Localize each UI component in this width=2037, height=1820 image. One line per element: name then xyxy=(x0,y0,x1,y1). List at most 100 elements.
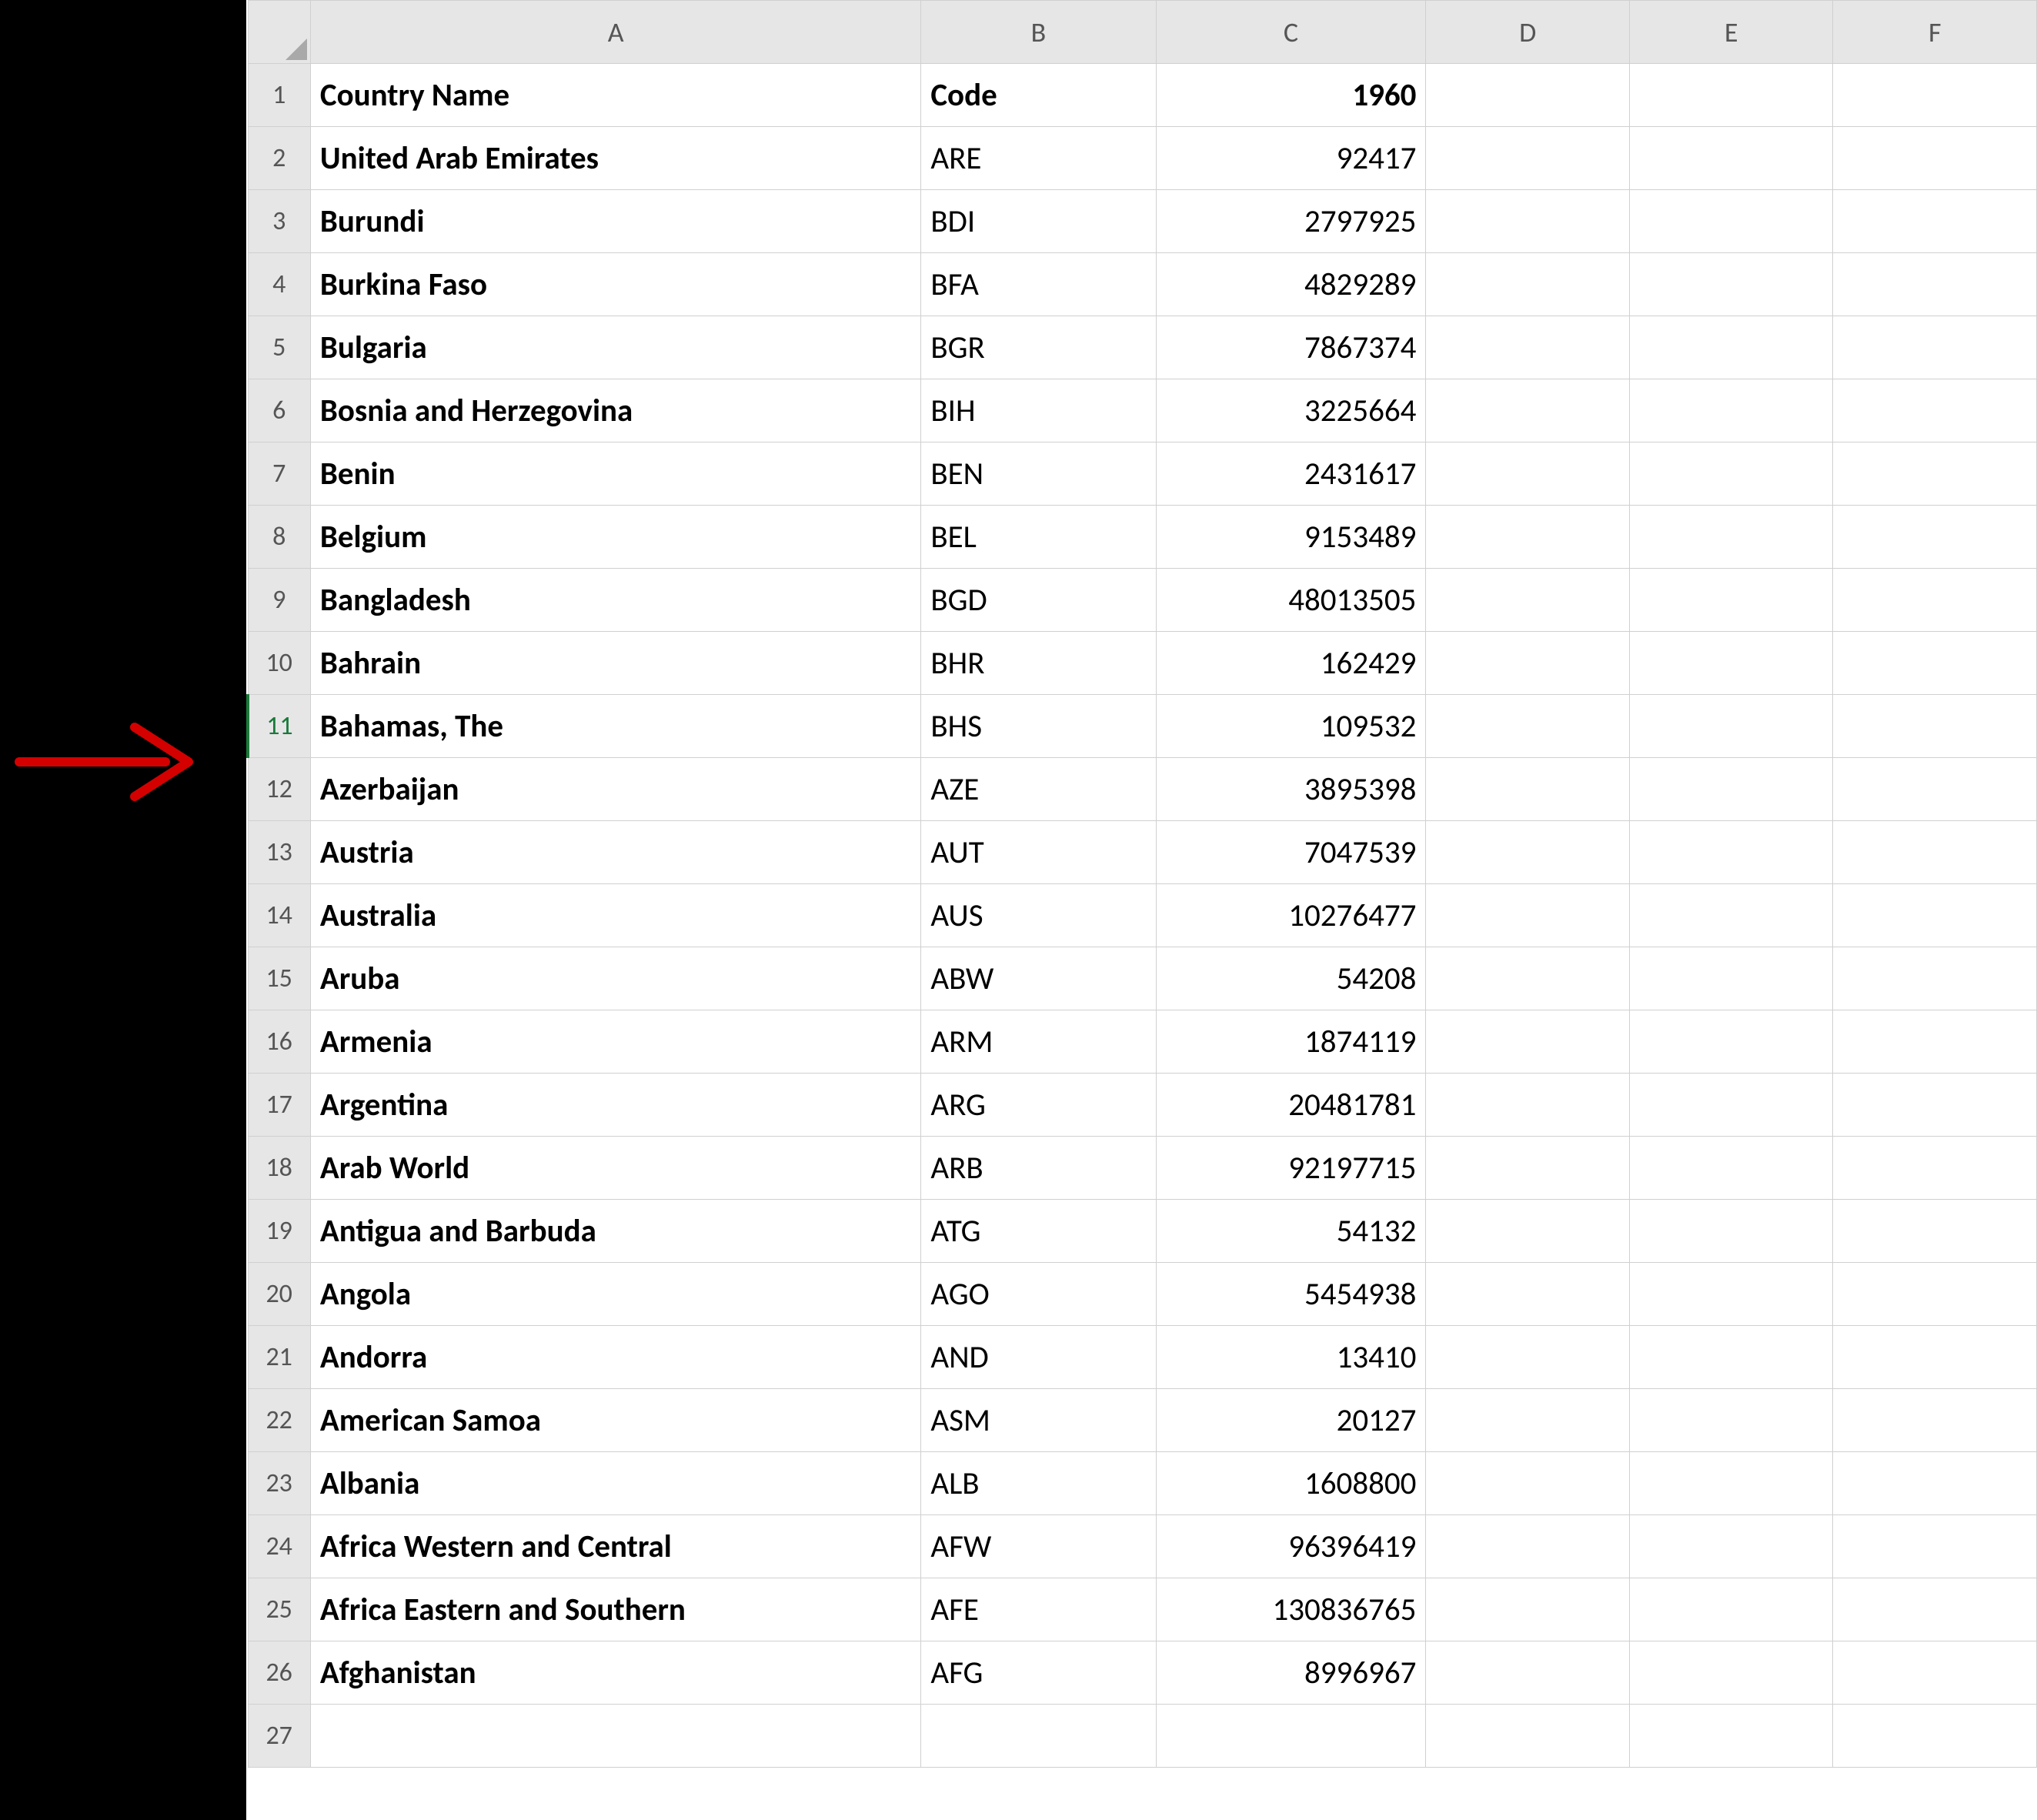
cell-D19[interactable] xyxy=(1426,1200,1629,1263)
cell-C14[interactable]: 10276477 xyxy=(1156,884,1426,947)
cell-B8[interactable]: BEL xyxy=(921,506,1156,569)
cell-E13[interactable] xyxy=(1629,821,1832,884)
cell-B20[interactable]: AGO xyxy=(921,1263,1156,1326)
cell-C3[interactable]: 2797925 xyxy=(1156,190,1426,253)
cell-B15[interactable]: ABW xyxy=(921,947,1156,1010)
row-header-5[interactable]: 5 xyxy=(248,316,310,379)
cell-B23[interactable]: ALB xyxy=(921,1452,1156,1515)
cell-C17[interactable]: 20481781 xyxy=(1156,1074,1426,1137)
row-header-20[interactable]: 20 xyxy=(248,1263,310,1326)
cell-D2[interactable] xyxy=(1426,127,1629,190)
cell-B16[interactable]: ARM xyxy=(921,1010,1156,1074)
cell-D26[interactable] xyxy=(1426,1641,1629,1705)
cell-F22[interactable] xyxy=(1833,1389,2037,1452)
cell-C15[interactable]: 54208 xyxy=(1156,947,1426,1010)
column-header-F[interactable]: F xyxy=(1833,1,2037,64)
cell-B7[interactable]: BEN xyxy=(921,442,1156,506)
cell-F3[interactable] xyxy=(1833,190,2037,253)
cell-D25[interactable] xyxy=(1426,1578,1629,1641)
cell-C9[interactable]: 48013505 xyxy=(1156,569,1426,632)
row-header-12[interactable]: 12 xyxy=(248,758,310,821)
cell-B19[interactable]: ATG xyxy=(921,1200,1156,1263)
column-header-B[interactable]: B xyxy=(921,1,1156,64)
cell-D8[interactable] xyxy=(1426,506,1629,569)
cell-D24[interactable] xyxy=(1426,1515,1629,1578)
cell-F13[interactable] xyxy=(1833,821,2037,884)
cell-F7[interactable] xyxy=(1833,442,2037,506)
cell-C2[interactable]: 92417 xyxy=(1156,127,1426,190)
cell-A8[interactable]: Belgium xyxy=(310,506,920,569)
cell-E1[interactable] xyxy=(1629,64,1832,127)
row-header-17[interactable]: 17 xyxy=(248,1074,310,1137)
cell-E5[interactable] xyxy=(1629,316,1832,379)
cell-B21[interactable]: AND xyxy=(921,1326,1156,1389)
column-header-A[interactable]: A xyxy=(310,1,920,64)
cell-C6[interactable]: 3225664 xyxy=(1156,379,1426,442)
cell-F18[interactable] xyxy=(1833,1137,2037,1200)
cell-D7[interactable] xyxy=(1426,442,1629,506)
cell-A2[interactable]: United Arab Emirates xyxy=(310,127,920,190)
cell-A9[interactable]: Bangladesh xyxy=(310,569,920,632)
cell-D13[interactable] xyxy=(1426,821,1629,884)
row-header-9[interactable]: 9 xyxy=(248,569,310,632)
cell-C5[interactable]: 7867374 xyxy=(1156,316,1426,379)
cell-A20[interactable]: Angola xyxy=(310,1263,920,1326)
cell-C19[interactable]: 54132 xyxy=(1156,1200,1426,1263)
cell-A27[interactable] xyxy=(310,1705,920,1768)
cell-E23[interactable] xyxy=(1629,1452,1832,1515)
cell-A18[interactable]: Arab World xyxy=(310,1137,920,1200)
cell-D6[interactable] xyxy=(1426,379,1629,442)
cell-C10[interactable]: 162429 xyxy=(1156,632,1426,695)
cell-B11[interactable]: BHS xyxy=(921,695,1156,758)
cell-F1[interactable] xyxy=(1833,64,2037,127)
cell-E21[interactable] xyxy=(1629,1326,1832,1389)
cell-E17[interactable] xyxy=(1629,1074,1832,1137)
cell-E22[interactable] xyxy=(1629,1389,1832,1452)
cell-F10[interactable] xyxy=(1833,632,2037,695)
cell-A19[interactable]: Antigua and Barbuda xyxy=(310,1200,920,1263)
cell-E15[interactable] xyxy=(1629,947,1832,1010)
cell-F15[interactable] xyxy=(1833,947,2037,1010)
cell-C7[interactable]: 2431617 xyxy=(1156,442,1426,506)
cell-A3[interactable]: Burundi xyxy=(310,190,920,253)
cell-C11[interactable]: 109532 xyxy=(1156,695,1426,758)
cell-E19[interactable] xyxy=(1629,1200,1832,1263)
cell-E9[interactable] xyxy=(1629,569,1832,632)
cell-F2[interactable] xyxy=(1833,127,2037,190)
cell-A24[interactable]: Africa Western and Central xyxy=(310,1515,920,1578)
cell-B12[interactable]: AZE xyxy=(921,758,1156,821)
cell-A17[interactable]: Argentina xyxy=(310,1074,920,1137)
select-all-corner[interactable] xyxy=(248,1,310,64)
cell-C21[interactable]: 13410 xyxy=(1156,1326,1426,1389)
cell-B5[interactable]: BGR xyxy=(921,316,1156,379)
column-header-C[interactable]: C xyxy=(1156,1,1426,64)
cell-A14[interactable]: Australia xyxy=(310,884,920,947)
cell-A26[interactable]: Afghanistan xyxy=(310,1641,920,1705)
row-header-23[interactable]: 23 xyxy=(248,1452,310,1515)
cell-F6[interactable] xyxy=(1833,379,2037,442)
cell-E24[interactable] xyxy=(1629,1515,1832,1578)
cell-D16[interactable] xyxy=(1426,1010,1629,1074)
row-header-10[interactable]: 10 xyxy=(248,632,310,695)
cell-B27[interactable] xyxy=(921,1705,1156,1768)
cell-F8[interactable] xyxy=(1833,506,2037,569)
cell-A22[interactable]: American Samoa xyxy=(310,1389,920,1452)
cell-E10[interactable] xyxy=(1629,632,1832,695)
cell-E11[interactable] xyxy=(1629,695,1832,758)
cell-E7[interactable] xyxy=(1629,442,1832,506)
cell-A13[interactable]: Austria xyxy=(310,821,920,884)
cell-C22[interactable]: 20127 xyxy=(1156,1389,1426,1452)
cell-D4[interactable] xyxy=(1426,253,1629,316)
cell-F20[interactable] xyxy=(1833,1263,2037,1326)
row-header-13[interactable]: 13 xyxy=(248,821,310,884)
row-header-15[interactable]: 15 xyxy=(248,947,310,1010)
cell-F4[interactable] xyxy=(1833,253,2037,316)
cell-B10[interactable]: BHR xyxy=(921,632,1156,695)
row-header-2[interactable]: 2 xyxy=(248,127,310,190)
cell-E18[interactable] xyxy=(1629,1137,1832,1200)
cell-A7[interactable]: Benin xyxy=(310,442,920,506)
row-header-26[interactable]: 26 xyxy=(248,1641,310,1705)
column-header-D[interactable]: D xyxy=(1426,1,1629,64)
cell-C13[interactable]: 7047539 xyxy=(1156,821,1426,884)
cell-F11[interactable] xyxy=(1833,695,2037,758)
